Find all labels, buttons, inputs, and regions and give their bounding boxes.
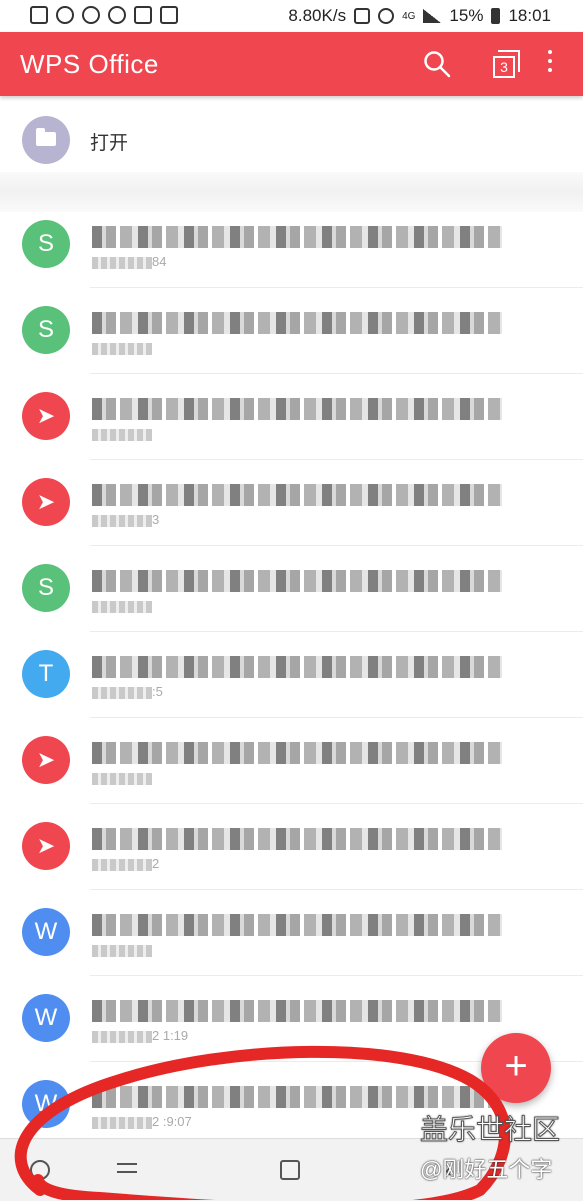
new-document-button[interactable]: + [481,1033,551,1103]
more-vert-icon[interactable] [546,50,554,78]
home-icon[interactable] [280,1160,300,1180]
file-meta-redacted [92,256,152,269]
file-meta-redacted [92,858,152,871]
sync-icon [82,6,100,24]
watermark-title: 盖乐世社区 [419,1114,561,1146]
file-name-redacted [92,914,502,936]
file-meta-text: 84 [152,254,167,269]
file-name-redacted [92,1000,502,1022]
keyboard-dots-icon[interactable] [30,1160,50,1180]
file-meta: 2 :9:07 [92,1114,192,1130]
file-meta [92,598,152,614]
sheet-file-icon: S [22,564,70,612]
network-type: 4G [402,10,416,22]
notification-icon [30,6,48,24]
word-file-icon: W [22,908,70,956]
file-meta-redacted [92,686,152,699]
file-meta: 2 1:19 [92,1028,188,1044]
file-name-redacted [92,312,502,334]
file-meta [92,340,152,356]
watermark-handle: @刚好五个字 [420,1157,553,1182]
battery-percent: 15% [449,6,484,25]
file-name-redacted [92,226,502,248]
tabs-icon[interactable]: 3 [488,50,520,80]
image-icon [134,6,152,24]
file-name-redacted [92,398,502,420]
app-bar: WPS Office 3 [0,32,583,96]
sheet-file-icon: S [22,220,70,268]
file-meta: 3 [92,512,159,528]
file-meta-text: 3 [152,512,160,527]
file-row[interactable]: T :5 [0,632,583,718]
file-meta [92,426,152,442]
status-bar: 8.80K/s 4G 15% 18:01 [0,0,583,32]
file-row[interactable]: S [0,546,583,632]
file-name-redacted [92,570,502,592]
file-meta-text: 2 1:19 [152,1028,189,1043]
open-avatar [22,116,70,164]
open-file-row[interactable]: 打开 [0,96,583,180]
file-name-redacted [92,1086,502,1108]
file-row[interactable]: S [0,288,583,374]
word-file-icon: W [22,1080,70,1128]
file-name-redacted [92,484,502,506]
file-meta: :5 [92,684,163,700]
text-file-icon: T [22,650,70,698]
pdf-file-icon: ➤ [22,478,70,526]
file-meta-redacted [92,1116,152,1129]
file-meta [92,770,152,786]
file-meta [92,942,152,958]
recent-apps-icon[interactable] [117,1157,143,1183]
alarm-icon [378,8,395,24]
file-meta-text: 2 :9:07 [152,1114,192,1129]
file-meta-redacted [92,428,152,441]
folder-icon [36,128,56,146]
file-row[interactable]: S 84 [0,202,583,288]
file-meta-redacted [92,944,152,957]
file-meta-text: :5 [152,684,163,699]
battery-icon [491,8,501,24]
search-icon[interactable] [423,50,451,78]
tab-count: 3 [493,56,515,78]
file-meta-redacted [92,514,152,527]
file-name-redacted [92,742,502,764]
weather-icon [56,6,74,24]
pdf-file-icon: ➤ [22,736,70,784]
pdf-file-icon: ➤ [22,392,70,440]
file-name-redacted [92,828,502,850]
file-meta-redacted [92,600,152,613]
network-speed: 8.80K/s [288,6,347,25]
word-file-icon: W [22,994,70,1042]
file-row[interactable]: ➤ 2 [0,804,583,890]
sheet-file-icon: S [22,306,70,354]
file-row[interactable]: ➤ [0,374,583,460]
file-meta: 2 [92,856,159,872]
signal-icon [423,9,442,23]
clock: 18:01 [508,6,551,25]
file-meta-redacted [92,1030,152,1043]
qq-icon [108,6,126,24]
file-meta-text: 2 [152,856,160,871]
file-meta-redacted [92,342,152,355]
file-row[interactable]: ➤ [0,718,583,804]
file-row[interactable]: ➤ 3 [0,460,583,546]
status-icons-left [30,6,178,24]
pdf-file-icon: ➤ [22,822,70,870]
mute-icon [354,8,371,24]
open-label: 打开 [90,133,129,154]
gallery-icon [160,6,178,24]
file-meta: 84 [92,254,166,270]
app-title: WPS Office [20,49,159,79]
file-meta-redacted [92,772,152,785]
status-icons-right: 8.80K/s 4G 15% 18:01 [288,6,551,26]
file-row[interactable]: W [0,890,583,976]
file-name-redacted [92,656,502,678]
